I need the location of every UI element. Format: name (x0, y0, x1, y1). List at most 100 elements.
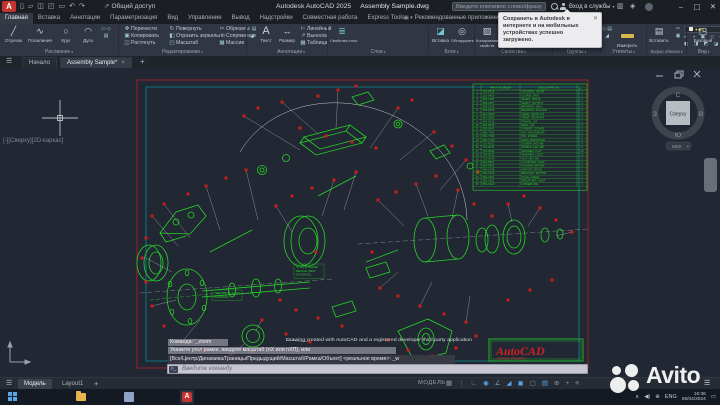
file-tab-assembly[interactable]: Assembly Sample* × (60, 57, 132, 68)
command-input-bar[interactable]: >_ Введите команду (167, 364, 588, 374)
mirror-button[interactable]: ◧Отразить зеркально (168, 33, 224, 40)
panel-label-properties[interactable]: Свойства (475, 48, 552, 56)
qat-icon[interactable]: ▱ (28, 0, 33, 13)
arc-button[interactable]: ◠ Дуга (78, 25, 98, 48)
detect-button[interactable]: ◎ Обнаружить (451, 25, 474, 48)
array-button[interactable]: ▦Массив (218, 40, 244, 47)
status-toggle-icon[interactable]: ▦ (446, 378, 452, 389)
ribbon-tab[interactable]: Совместная работа (298, 13, 363, 24)
clipboard-mini-icons[interactable]: ✂ ▣ (673, 26, 683, 40)
panel-label-block[interactable]: Блок (429, 48, 474, 56)
volume-icon[interactable]: ◀) (644, 394, 650, 400)
app-icon[interactable] (124, 392, 134, 402)
qat-icon[interactable]: ↶ (69, 0, 75, 13)
drawing-window-controls[interactable] (656, 70, 701, 79)
drawing-close-icon[interactable] (693, 70, 701, 78)
status-toggle-icon[interactable]: ◉ (483, 378, 489, 389)
status-toggle-icon[interactable]: ≡ (575, 378, 579, 389)
utilities-mini-icons[interactable]: ◇ ▤ ◢ (602, 26, 612, 40)
panel-label-draw[interactable]: Рисование (0, 48, 118, 56)
maximize-button[interactable]: ▢ (690, 0, 704, 13)
layout-tab-model[interactable]: Модель (18, 379, 52, 389)
search-input[interactable]: Введите ключевое слово/фразу (452, 2, 546, 11)
navigation-bar-handle[interactable] (704, 158, 717, 192)
notification-icon[interactable]: ▭ (711, 394, 716, 400)
text-button[interactable]: A Текст (256, 25, 276, 48)
trim-button[interactable]: ✂ Обрезать (218, 26, 249, 33)
ribbon-tab[interactable]: Вид (162, 13, 183, 24)
view-cube[interactable]: С В Ю З Сверху МСК ▾ (651, 86, 705, 151)
panel-label-groups[interactable]: Группы (553, 48, 600, 56)
tooltip-close-icon[interactable]: ✕ (593, 15, 598, 22)
ribbon-tab[interactable]: Надстройки (255, 13, 298, 24)
drawing-canvas[interactable]: С В Ю З Сверху МСК ▾ PART NUMBER DESCRIP… (0, 68, 720, 377)
table-button[interactable]: ▦Таблица (299, 40, 327, 47)
copy-button[interactable]: ▣Копировать (123, 33, 159, 40)
autocad-taskbar-icon[interactable]: A (180, 390, 194, 404)
language-indicator[interactable]: ENG (665, 394, 677, 400)
layer-properties-button[interactable]: ≣ Свойства слоя (330, 25, 357, 48)
file-tab-start[interactable]: Начало (22, 57, 57, 68)
file-tabs-menu-icon[interactable]: ☰ (6, 56, 12, 68)
line-button[interactable]: ╱ Отрезок (2, 25, 25, 48)
stretch-button[interactable]: ◫Растянуть (123, 40, 155, 47)
viewcube-north[interactable]: С (676, 92, 681, 99)
polyline-button[interactable]: ∿ Полилиния (26, 25, 54, 48)
paste-button[interactable]: ▤ Вставить (648, 25, 670, 48)
community-icon[interactable]: ◈ (630, 0, 635, 13)
measure-button[interactable]: Измерить (613, 25, 641, 48)
status-toggle-icon[interactable]: ▤ (542, 378, 548, 389)
ribbon-tab[interactable]: Главная (0, 13, 33, 24)
rotate-button[interactable]: ↻ Повернуть (168, 26, 202, 33)
command-icon[interactable]: >_ (169, 366, 178, 373)
match-properties-button[interactable]: ▨ Копирование свойств (476, 25, 500, 48)
panel-label-utilities[interactable]: Утилиты (601, 48, 646, 56)
new-tab-icon[interactable]: + (140, 56, 145, 68)
panel-label-edit[interactable]: Редактирование (119, 48, 246, 56)
start-button[interactable] (8, 392, 18, 402)
search-icon[interactable] (551, 3, 558, 10)
ribbon-tab[interactable]: Аннотации (65, 13, 105, 24)
status-toggle-icon[interactable]: ∠ (495, 378, 501, 389)
layout-tab-layout1[interactable]: Layout1 (56, 379, 89, 389)
network-icon[interactable]: ⊕ (655, 394, 660, 400)
base-view-button[interactable]: ◳ Базовый (690, 25, 716, 48)
dimension-button[interactable]: ↔ Размер (277, 25, 297, 48)
circle-button[interactable]: ○ Круг (56, 25, 76, 48)
qat-icon[interactable]: ▯ (20, 0, 24, 13)
viewcube-south[interactable]: Ю (675, 132, 682, 139)
app-menu-button[interactable]: A (2, 1, 16, 12)
file-explorer-icon[interactable] (76, 391, 86, 401)
qat-icon[interactable]: ◫ (37, 0, 44, 13)
share-button[interactable]: Общий доступ (104, 0, 155, 13)
viewcube-east[interactable]: В (699, 111, 703, 118)
ucs-label[interactable]: МСК (672, 144, 682, 149)
panel-label-layers[interactable]: Слои (328, 48, 428, 56)
leader-button[interactable]: ↗ Выноска (299, 33, 328, 40)
panel-label-clipboard[interactable]: Буфер обмена (647, 48, 686, 56)
status-toggle-icon[interactable]: ⊕ (554, 378, 559, 389)
viewport-controls[interactable]: [-][Сверху][2D-каркас] (3, 138, 63, 144)
panel-label-view[interactable]: Вид (687, 48, 720, 56)
status-toggle-icon[interactable]: ◢ (507, 378, 512, 389)
ribbon-tab[interactable]: Вставка (33, 13, 65, 24)
qat-icon[interactable]: ▭ (59, 0, 66, 13)
minimize-button[interactable]: – (674, 0, 688, 13)
status-toggle-icon[interactable]: ▢ (530, 378, 536, 389)
panel-label-annotation[interactable]: Аннотации (255, 48, 327, 56)
space-indicator[interactable]: МОДЕЛЬ (418, 378, 446, 389)
move-button[interactable]: ✥ Перенести (123, 26, 157, 33)
command-prompt[interactable]: Введите команду (182, 365, 232, 374)
status-toggle-icon[interactable]: ∟ (471, 378, 477, 389)
status-toggle-icon[interactable]: ⋮ (458, 378, 465, 389)
layout-menu-icon[interactable]: ☰ (6, 378, 12, 389)
ribbon-tab[interactable]: Вывод (227, 13, 255, 24)
tray-expand-icon[interactable]: ∧ (635, 394, 639, 400)
close-button[interactable]: ✕ (706, 0, 720, 13)
ribbon-tab[interactable]: Рекомендованные приложения (410, 13, 507, 24)
status-toggle-icon[interactable]: ▣ (518, 378, 524, 389)
new-layout-icon[interactable]: + (94, 378, 98, 389)
clock[interactable]: 16:36 05/04/2024 (682, 392, 706, 403)
status-burger-icon[interactable]: ☰ (704, 378, 710, 389)
status-toggle-icon[interactable]: + (565, 378, 569, 389)
